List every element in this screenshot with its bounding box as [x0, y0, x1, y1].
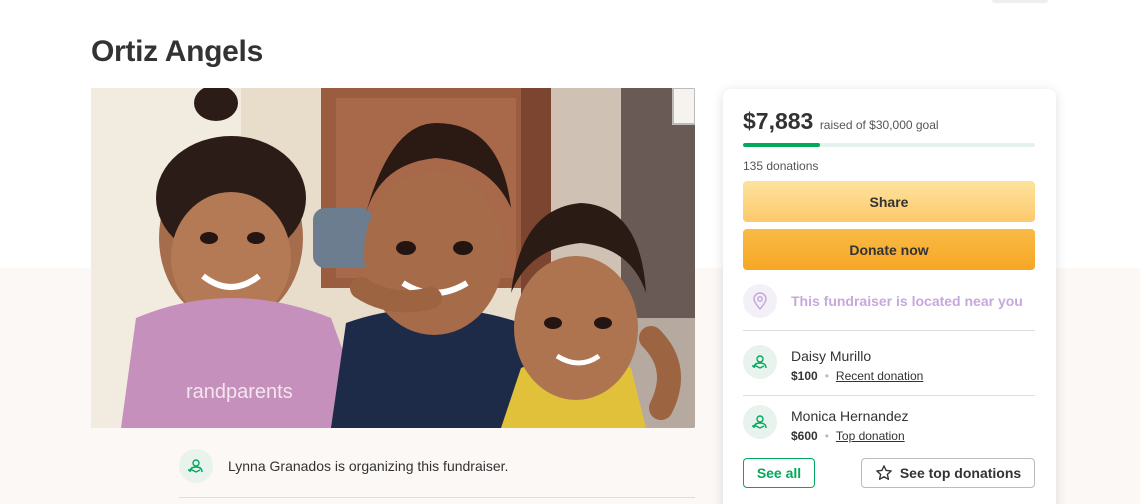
- separator-dot: •: [824, 429, 829, 443]
- organizer-row: Lynna Granados is organizing this fundra…: [179, 448, 695, 498]
- donation-panel: $7,883 raised of $30,000 goal 135 donati…: [723, 89, 1056, 504]
- svg-text:randparents: randparents: [186, 381, 293, 403]
- heart-hand-icon: [743, 345, 777, 379]
- donate-now-button[interactable]: Donate now: [743, 229, 1035, 270]
- star-outline-icon: [876, 465, 892, 480]
- see-all-button[interactable]: See all: [743, 458, 815, 488]
- donor-item: Monica Hernandez $600 • Top donation: [743, 397, 1035, 456]
- amount-raised: $7,883: [743, 108, 814, 134]
- donor-meta: $600 • Top donation: [791, 429, 905, 443]
- donor-meta: $100 • Recent donation: [791, 369, 923, 383]
- goal-text: raised of $30,000 goal: [819, 118, 939, 132]
- heart-hand-icon: [179, 449, 213, 483]
- donor-name: Monica Hernandez: [791, 408, 909, 424]
- progress-bar: [743, 143, 1035, 147]
- organizer-text: Lynna Granados is organizing this fundra…: [228, 458, 509, 474]
- campaign-photo: randparents: [91, 88, 695, 428]
- separator-dot: •: [824, 369, 829, 383]
- location-text: This fundraiser is located near you: [791, 293, 1023, 309]
- page-title: Ortiz Angels: [91, 35, 263, 68]
- donations-count: 135 donations: [743, 159, 819, 173]
- top-donation-link[interactable]: Top donation: [836, 429, 905, 443]
- location-row: This fundraiser is located near you: [743, 281, 1035, 331]
- share-button[interactable]: Share: [743, 181, 1035, 222]
- map-pin-icon: [743, 284, 777, 318]
- donor-item: Daisy Murillo $100 • Recent donation: [743, 337, 1035, 396]
- header-edge: [992, 0, 1048, 3]
- recent-donation-link[interactable]: Recent donation: [836, 369, 923, 383]
- amount-line: $7,883 raised of $30,000 goal: [743, 108, 939, 135]
- see-top-donations-label: See top donations: [899, 465, 1022, 481]
- donor-amount: $100: [791, 369, 818, 383]
- progress-fill: [743, 143, 820, 147]
- heart-hand-icon: [743, 405, 777, 439]
- see-top-donations-button[interactable]: See top donations: [861, 458, 1035, 488]
- donor-name: Daisy Murillo: [791, 348, 872, 364]
- donor-amount: $600: [791, 429, 818, 443]
